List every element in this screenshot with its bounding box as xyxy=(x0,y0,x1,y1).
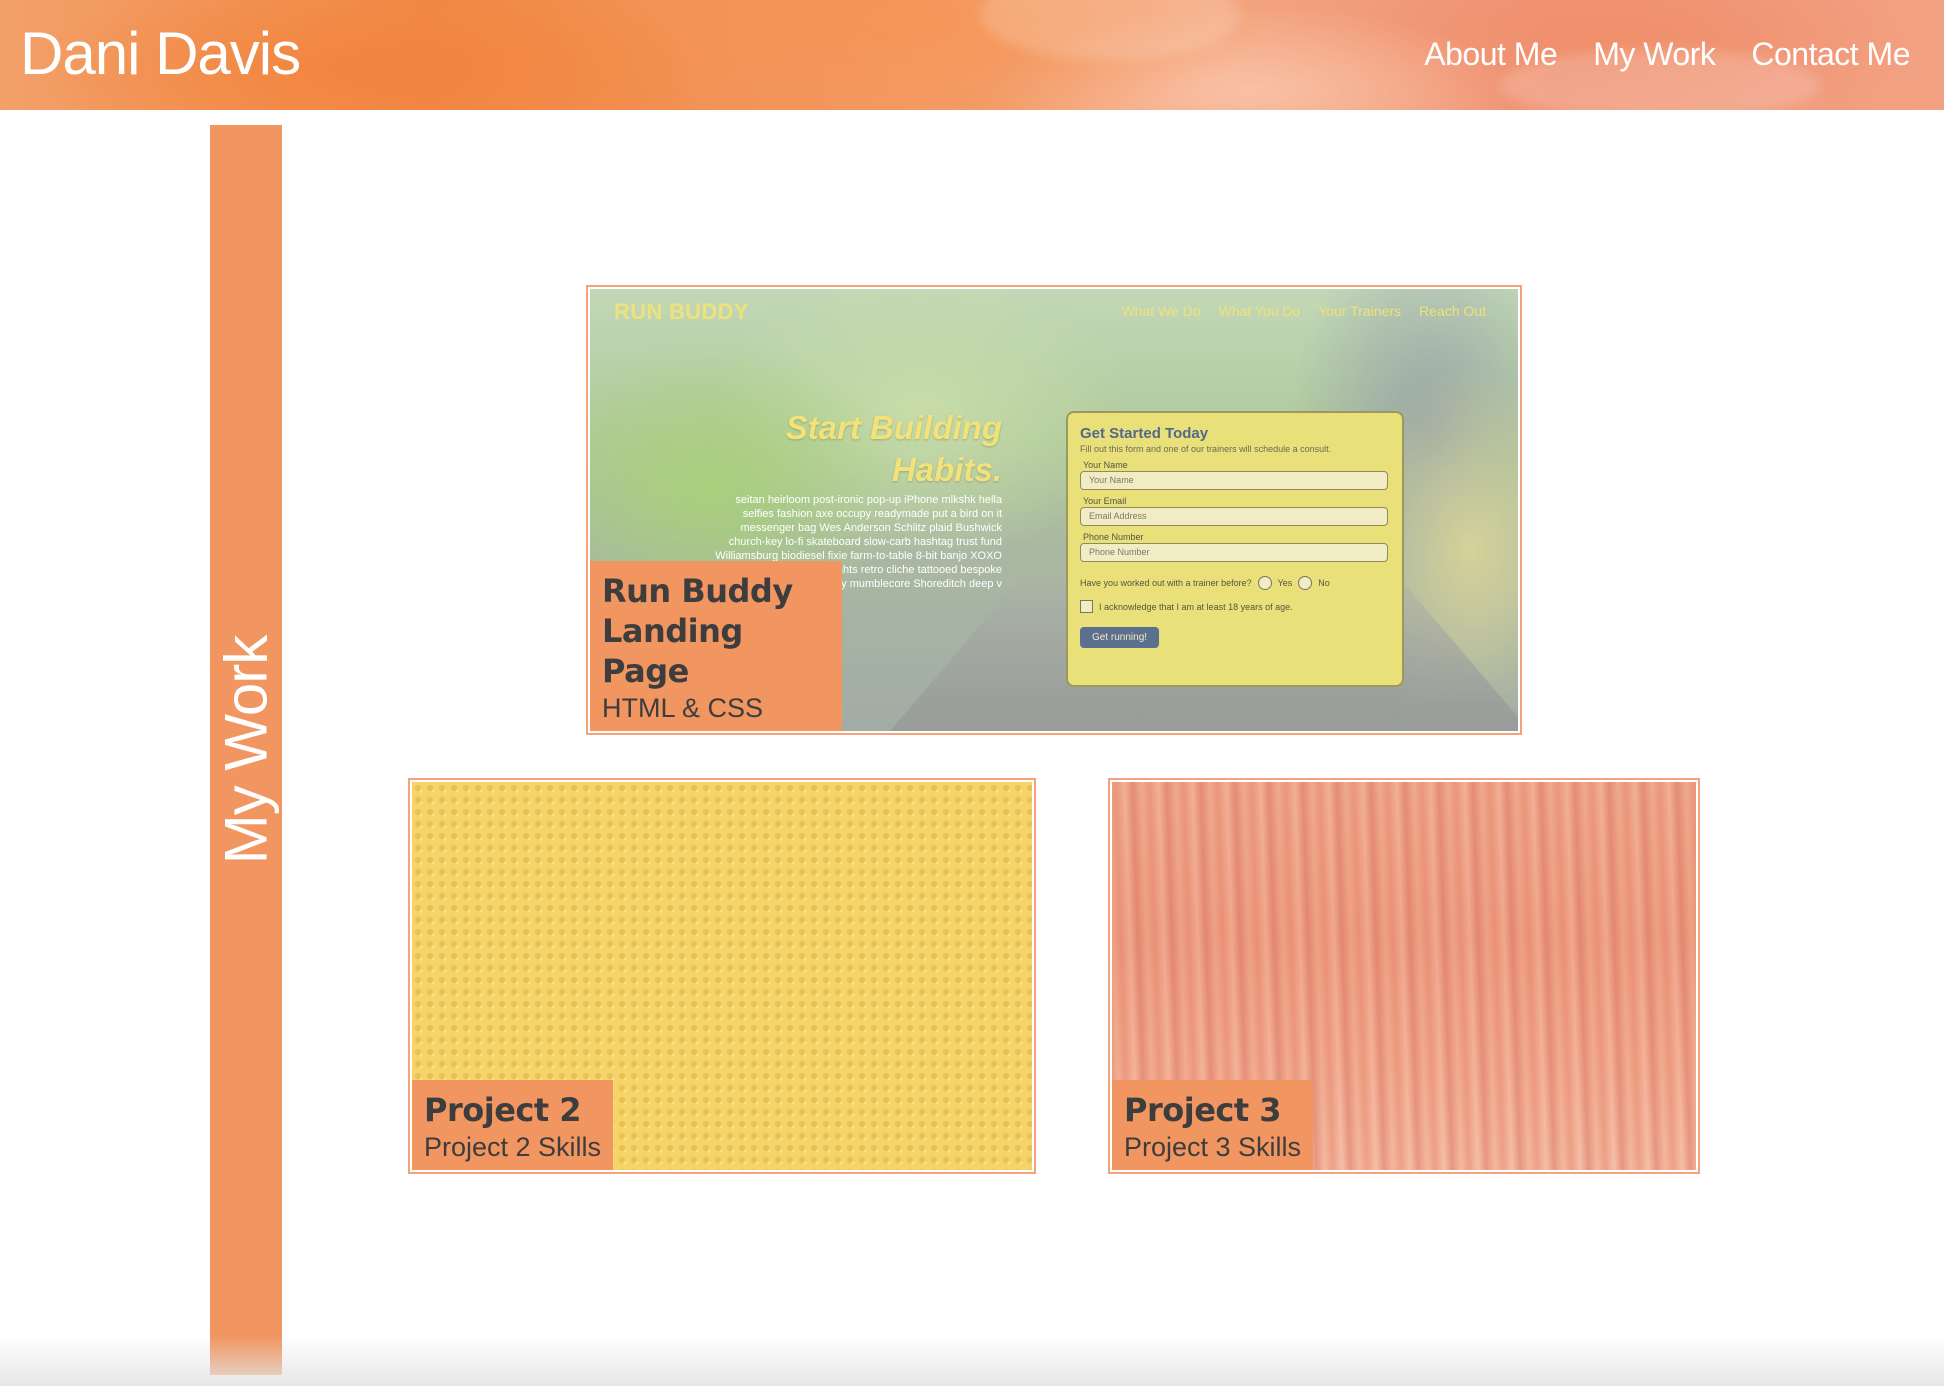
nav-about-me[interactable]: About Me xyxy=(1424,32,1557,76)
project-label: Project 2 Project 2 Skills xyxy=(412,1080,614,1170)
nav-my-work[interactable]: My Work xyxy=(1593,32,1716,76)
radio-yes-label: Yes xyxy=(1277,578,1293,588)
project-skills: HTML & CSS xyxy=(602,693,764,723)
run-buddy-nav: What We Do What You Do Your Trainers Rea… xyxy=(1121,303,1486,319)
run-buddy-nav-item: Reach Out xyxy=(1419,303,1486,319)
header-texture xyxy=(980,0,1240,60)
age-checkbox xyxy=(1080,600,1093,613)
project-card-2[interactable]: Project 2 Project 2 Skills xyxy=(408,778,1036,1174)
project-label: Project 3 Project 3 Skills xyxy=(1112,1080,1314,1170)
trainer-question: Have you worked out with a trainer befor… xyxy=(1080,576,1390,590)
radio-question-label: Have you worked out with a trainer befor… xyxy=(1080,578,1252,588)
project-label: Run Buddy Landing Page HTML & CSS xyxy=(590,561,842,731)
get-running-button: Get running! xyxy=(1080,627,1160,648)
radio-no xyxy=(1298,576,1313,590)
run-buddy-nav-item: What We Do xyxy=(1121,303,1201,319)
section-heading: My Work xyxy=(212,635,280,865)
phone-label: Phone Number xyxy=(1083,532,1144,542)
portfolio-page: Dani Davis About Me My Work Contact Me M… xyxy=(0,0,1944,1386)
nav-contact-me[interactable]: Contact Me xyxy=(1751,32,1910,76)
project-card-run-buddy[interactable]: RUN BUDDY What We Do What You Do Your Tr… xyxy=(586,285,1522,735)
project-title: Project 3 xyxy=(1124,1091,1282,1129)
name-field: Your Name xyxy=(1080,471,1388,490)
age-checkbox-label: I acknowledge that I am at least 18 year… xyxy=(1099,601,1293,612)
run-buddy-nav-item: Your Trainers xyxy=(1318,303,1402,319)
run-buddy-nav-item: What You Do xyxy=(1218,303,1301,319)
run-buddy-logo: RUN BUDDY xyxy=(614,299,749,324)
email-field: Email Address xyxy=(1080,507,1388,526)
age-acknowledgement: I acknowledge that I am at least 18 year… xyxy=(1080,600,1390,613)
bottom-edge-shade xyxy=(0,1336,1944,1386)
project-skills: Project 2 Skills xyxy=(424,1132,602,1162)
project-skills: Project 3 Skills xyxy=(1124,1132,1302,1162)
radio-yes xyxy=(1257,576,1272,590)
project-card-3[interactable]: Project 3 Project 3 Skills xyxy=(1108,778,1700,1174)
email-label: Your Email xyxy=(1083,496,1127,506)
run-buddy-signup-form: Get Started Today Fill out this form and… xyxy=(1066,411,1404,687)
site-title[interactable]: Dani Davis xyxy=(20,18,301,90)
site-header: Dani Davis About Me My Work Contact Me xyxy=(0,0,1944,110)
main-nav: About Me My Work Contact Me xyxy=(1424,32,1910,76)
form-title: Get Started Today xyxy=(1080,425,1209,442)
project-title: Run Buddy Landing Page xyxy=(602,572,793,690)
name-label: Your Name xyxy=(1083,460,1128,470)
project-title: Project 2 xyxy=(424,1091,582,1129)
radio-no-label: No xyxy=(1318,578,1330,588)
form-subtitle: Fill out this form and one of our traine… xyxy=(1080,444,1332,454)
phone-field: Phone Number xyxy=(1080,543,1388,562)
run-buddy-hero-title: Start Building Habits. xyxy=(785,409,1002,488)
